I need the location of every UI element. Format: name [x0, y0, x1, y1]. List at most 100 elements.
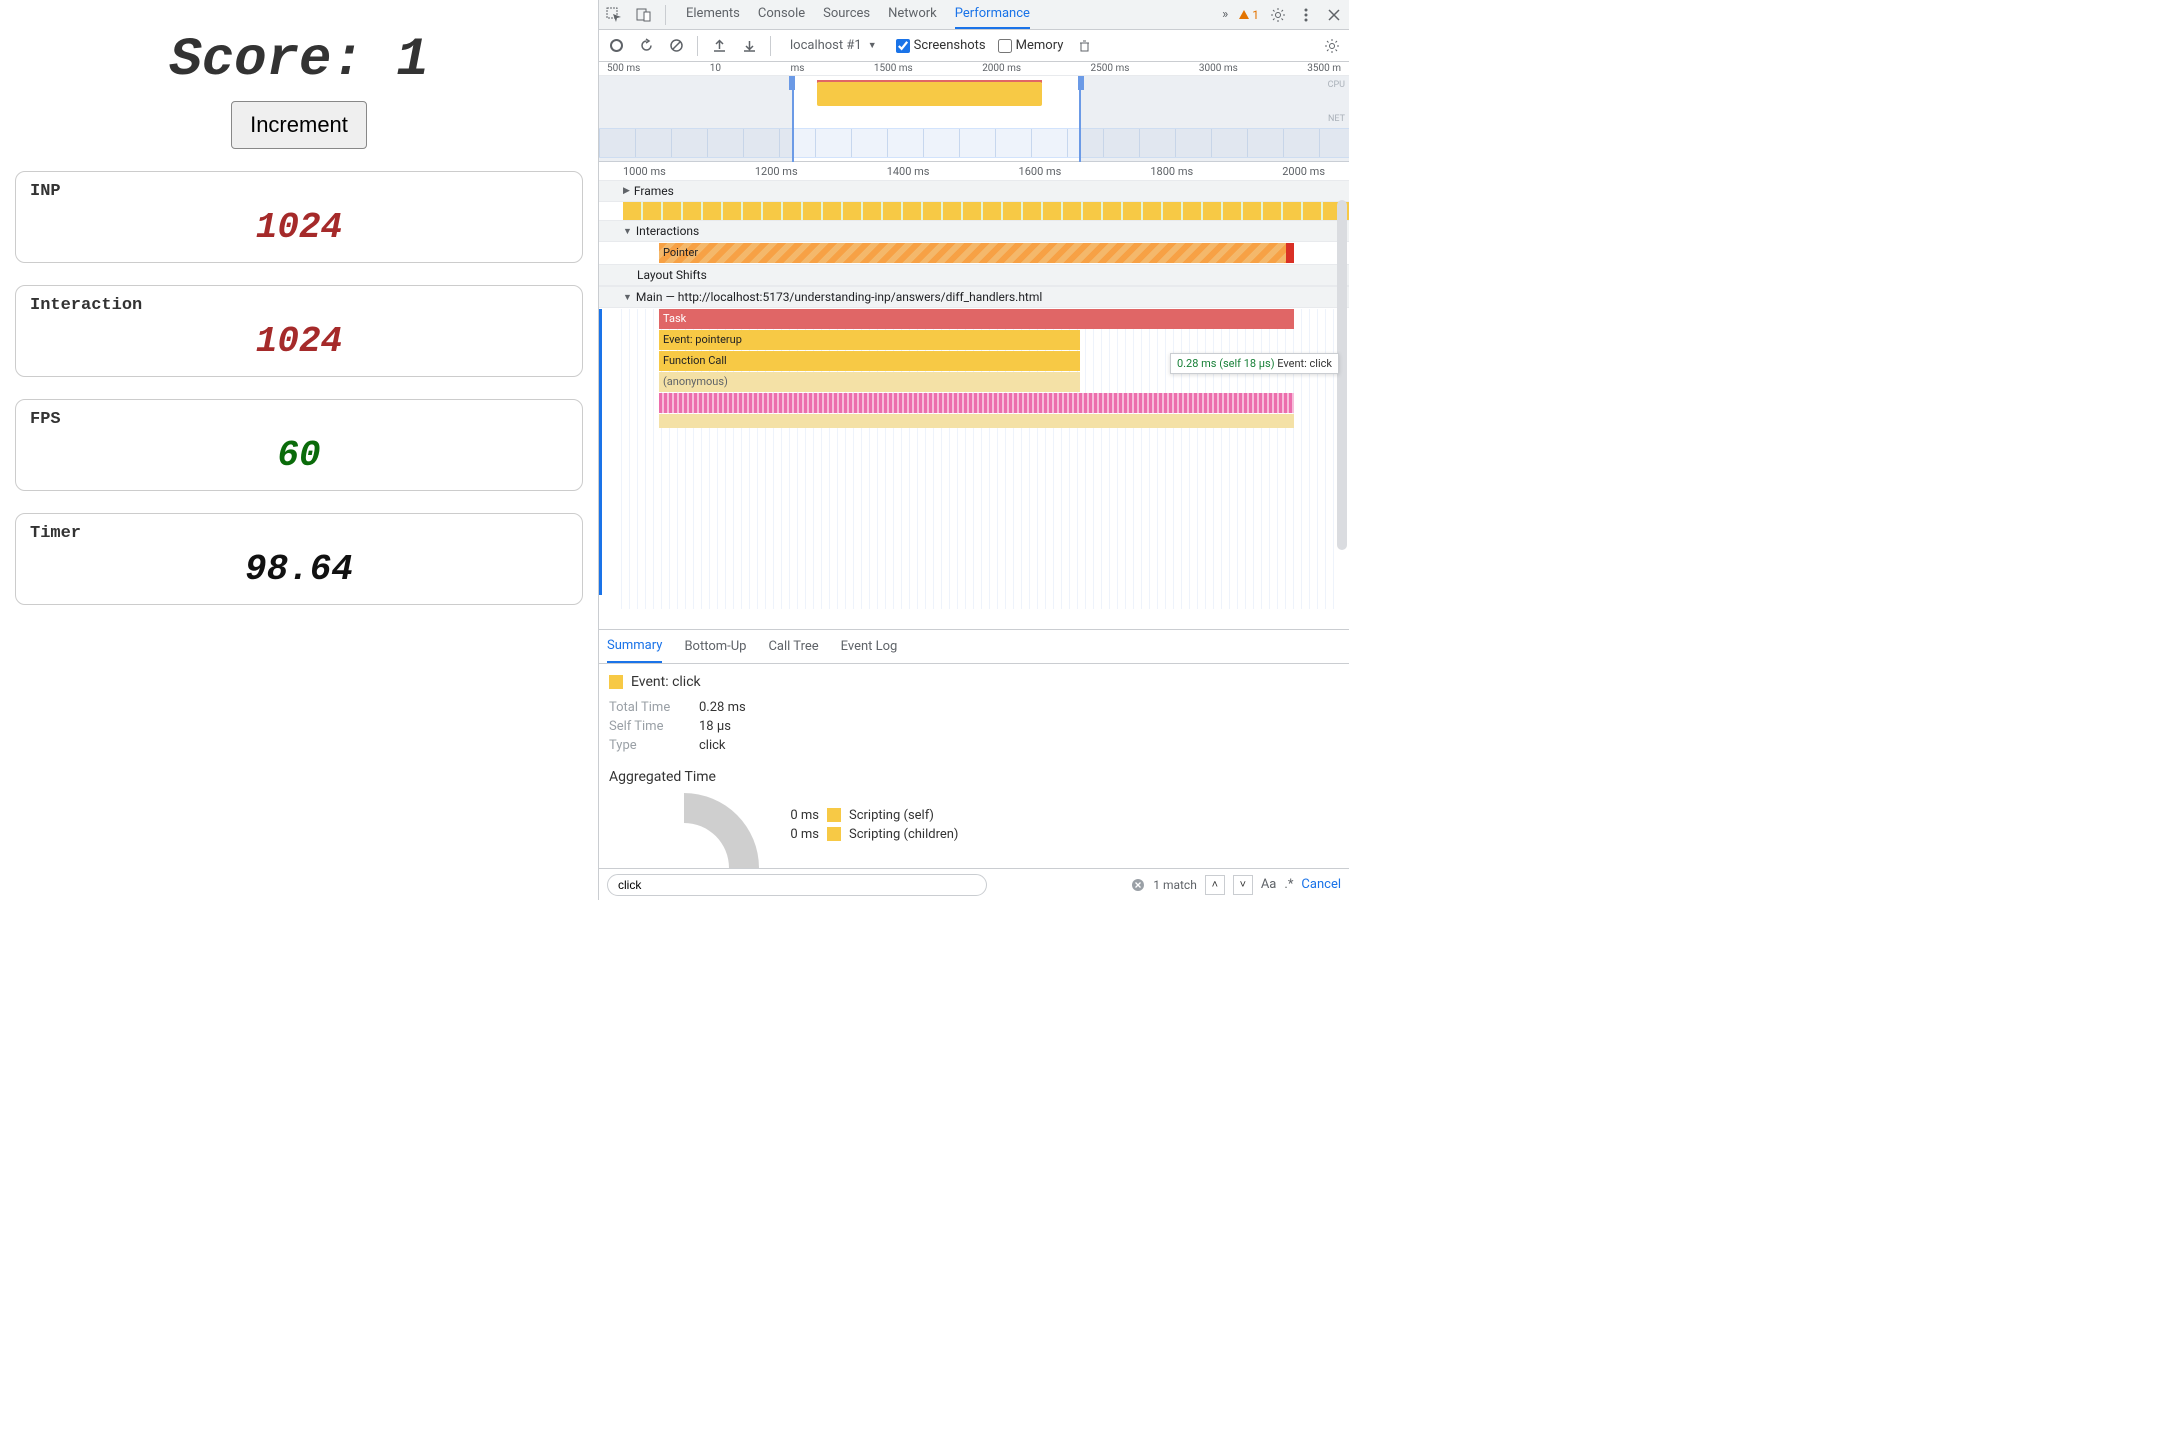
- sub-bar[interactable]: [659, 414, 1294, 428]
- flame-chart[interactable]: 1000 ms 1200 ms 1400 ms 1600 ms 1800 ms …: [599, 162, 1349, 629]
- metric-inp: INP 1024: [15, 171, 583, 263]
- screenshots-checkbox[interactable]: Screenshots: [896, 38, 986, 53]
- agg-item-label: Scripting (self): [849, 808, 934, 823]
- ruler-tick: 500 ms: [607, 63, 640, 74]
- main-track-header[interactable]: ▼ Main — http://localhost:5173/understand…: [599, 286, 1349, 308]
- ruler-tick: 1400 ms: [887, 165, 930, 178]
- function-call-bar[interactable]: Function Call: [659, 351, 1080, 371]
- ruler-tick: 1000 ms: [623, 165, 666, 178]
- aggregated-legend: 0 msScripting (self) 0 msScripting (chil…: [775, 808, 958, 846]
- selection-handle-left[interactable]: [789, 76, 795, 90]
- memory-checkbox[interactable]: Memory: [998, 38, 1064, 53]
- sub-lane[interactable]: [659, 414, 1349, 434]
- ruler-tick: 10: [710, 63, 721, 74]
- tab-call-tree[interactable]: Call Tree: [768, 631, 818, 662]
- ruler-tick: 3500 m: [1307, 63, 1341, 74]
- search-input[interactable]: [607, 874, 987, 896]
- devtools-tabstrip: Elements Console Sources Network Perform…: [599, 0, 1349, 30]
- close-devtools-icon[interactable]: [1325, 6, 1343, 24]
- more-tabs-icon[interactable]: »: [1222, 7, 1228, 22]
- tab-network[interactable]: Network: [888, 0, 937, 29]
- main-label: Main — http://localhost:5173/understandi…: [636, 290, 1042, 304]
- tooltip-event: Event: click: [1277, 357, 1332, 370]
- clear-search-icon[interactable]: [1131, 878, 1145, 892]
- score-display: Score: 1: [15, 30, 583, 91]
- overview-selection-mask[interactable]: [599, 76, 794, 162]
- divider: [770, 36, 771, 56]
- search-next-button[interactable]: ˅: [1233, 875, 1253, 895]
- frames-track-header[interactable]: ▶Frames: [599, 180, 1349, 202]
- download-icon[interactable]: [740, 37, 758, 55]
- tab-console[interactable]: Console: [758, 0, 805, 29]
- ruler-tick: 1500 ms: [874, 63, 913, 74]
- upload-icon[interactable]: [710, 37, 728, 55]
- ruler-tick: 2000 ms: [1282, 165, 1325, 178]
- layout-shifts-track-header[interactable]: Layout Shifts: [599, 264, 1349, 286]
- ruler-tick: 1800 ms: [1150, 165, 1193, 178]
- ruler-tick: 3000 ms: [1199, 63, 1238, 74]
- overview-selection-mask[interactable]: [1079, 76, 1349, 162]
- increment-button[interactable]: Increment: [231, 101, 367, 149]
- interactions-track-header[interactable]: ▼Interactions: [599, 220, 1349, 242]
- search-bar: 1 match ˄ ˅ Aa .* Cancel: [599, 868, 1349, 900]
- device-toolbar-icon[interactable]: [635, 6, 653, 24]
- expand-icon: ▼: [623, 292, 632, 303]
- capture-settings-gear-icon[interactable]: [1323, 37, 1341, 55]
- memory-checkbox-input[interactable]: [998, 39, 1012, 53]
- kebab-menu-icon[interactable]: [1297, 6, 1315, 24]
- warnings-badge[interactable]: 1: [1238, 8, 1259, 22]
- pointer-bar[interactable]: Pointer: [659, 243, 1294, 263]
- aggregated-time-title: Aggregated Time: [609, 769, 1339, 785]
- pointer-lane[interactable]: Pointer: [659, 243, 1349, 263]
- search-prev-button[interactable]: ˄: [1205, 875, 1225, 895]
- details-pane: Summary Bottom-Up Call Tree Event Log Ev…: [599, 629, 1349, 868]
- memory-label: Memory: [1016, 38, 1064, 53]
- match-case-toggle[interactable]: Aa: [1261, 877, 1277, 892]
- collapse-icon: ▶: [623, 186, 630, 196]
- tab-summary[interactable]: Summary: [607, 630, 662, 663]
- metric-interaction: Interaction 1024: [15, 285, 583, 377]
- clear-icon[interactable]: [667, 37, 685, 55]
- frames-lane[interactable]: [623, 202, 1349, 220]
- interactions-label: Interactions: [636, 224, 699, 238]
- hover-tooltip: 0.28 ms (self 18 μs) Event: click: [1170, 353, 1339, 374]
- tab-bottom-up[interactable]: Bottom-Up: [684, 631, 746, 662]
- category-color-icon: [827, 808, 841, 822]
- event-title-text: Event: click: [631, 674, 701, 690]
- settings-gear-icon[interactable]: [1269, 6, 1287, 24]
- inspect-element-icon[interactable]: [605, 6, 623, 24]
- metric-label: INP: [30, 182, 568, 201]
- layout-bar[interactable]: [659, 393, 1294, 413]
- event-pointerup-bar[interactable]: Event: pointerup: [659, 330, 1080, 350]
- event-lane[interactable]: Event: pointerup: [659, 330, 1349, 350]
- search-cancel-button[interactable]: Cancel: [1301, 877, 1341, 892]
- regex-toggle[interactable]: .*: [1284, 877, 1293, 892]
- metric-value: 1024: [30, 207, 568, 248]
- metric-label: Interaction: [30, 296, 568, 315]
- category-color-icon: [827, 827, 841, 841]
- anonymous-bar[interactable]: (anonymous): [659, 372, 1080, 392]
- type-value: click: [699, 738, 726, 753]
- screenshots-checkbox-input[interactable]: [896, 39, 910, 53]
- anon-lane[interactable]: (anonymous): [659, 372, 1349, 392]
- flame-ruler: 1000 ms 1200 ms 1400 ms 1600 ms 1800 ms …: [599, 162, 1349, 180]
- recording-select[interactable]: localhost #1 ▼: [783, 35, 884, 56]
- task-lane[interactable]: Task: [659, 309, 1349, 329]
- record-icon[interactable]: [607, 37, 625, 55]
- devtools-panel: Elements Console Sources Network Perform…: [598, 0, 1349, 900]
- page-content: Score: 1 Increment INP 1024 Interaction …: [0, 0, 598, 900]
- selection-handle-right[interactable]: [1078, 76, 1084, 90]
- tab-elements[interactable]: Elements: [686, 0, 740, 29]
- tab-performance[interactable]: Performance: [955, 0, 1030, 29]
- garbage-collect-icon[interactable]: [1075, 37, 1093, 55]
- search-match-count: 1 match: [1153, 878, 1197, 892]
- timeline-overview[interactable]: 500 ms 10 ms 1500 ms 2000 ms 2500 ms 300…: [599, 62, 1349, 162]
- metric-fps: FPS 60: [15, 399, 583, 491]
- divider: [665, 5, 666, 25]
- layout-lane[interactable]: [659, 393, 1349, 413]
- overview-cpu-activity: [817, 82, 1042, 106]
- tab-sources[interactable]: Sources: [823, 0, 870, 29]
- task-bar[interactable]: Task: [659, 309, 1294, 329]
- tab-event-log[interactable]: Event Log: [841, 631, 898, 662]
- reload-icon[interactable]: [637, 37, 655, 55]
